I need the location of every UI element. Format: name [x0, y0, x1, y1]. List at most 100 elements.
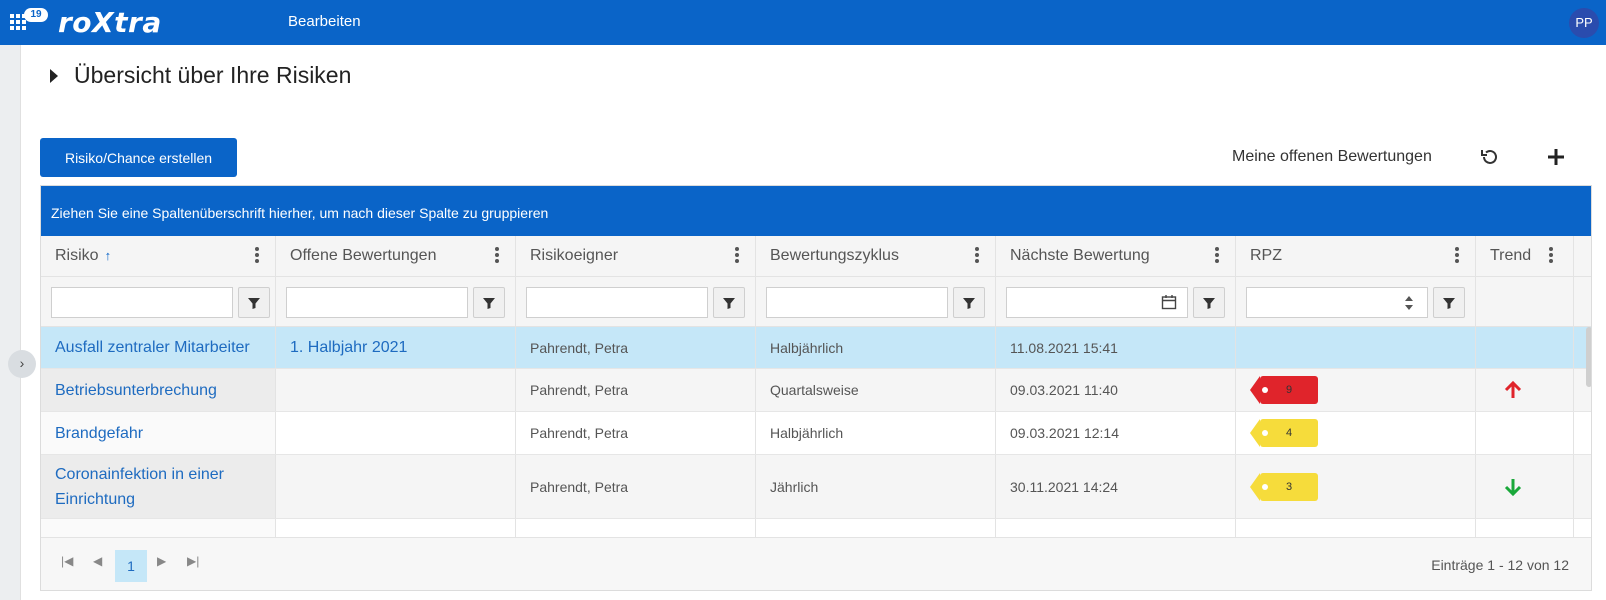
risk-link[interactable]: Brandgefahr — [55, 421, 143, 446]
filter-cell — [276, 277, 516, 326]
column-menu-icon[interactable] — [975, 247, 979, 263]
column-header-label: Trend — [1490, 247, 1532, 264]
column-header-label: RPZ — [1250, 247, 1282, 264]
column-menu-icon[interactable] — [1455, 247, 1459, 263]
filter-input-open-ratings[interactable] — [286, 287, 468, 318]
risk-grid: Ziehen Sie eine Spaltenüberschrift hierh… — [40, 185, 1592, 591]
page-title: Übersicht über Ihre Risiken — [74, 62, 352, 88]
filter-cell — [1476, 277, 1574, 326]
column-header-owner[interactable]: Risikoeigner — [516, 236, 756, 276]
filter-cell — [41, 277, 276, 326]
table-row[interactable]: Coronainfektion in einer Einrichtung Pah… — [41, 455, 1591, 519]
page-button-current[interactable]: 1 — [115, 550, 147, 582]
rpz-badge: 3 — [1250, 472, 1318, 501]
rpz-cell — [1236, 327, 1476, 368]
column-header-cycle[interactable]: Bewertungszyklus — [756, 236, 996, 276]
sort-ascending-icon[interactable]: ↑ — [105, 248, 112, 263]
refresh-icon[interactable] — [1478, 145, 1502, 169]
column-header-label: Risiko — [55, 247, 99, 264]
filter-cell — [756, 277, 996, 326]
section-header[interactable]: Übersicht über Ihre Risiken — [50, 62, 351, 89]
risk-link[interactable]: Betriebsunterbrechung — [55, 378, 217, 403]
open-rating-cell — [276, 369, 516, 411]
column-menu-icon[interactable] — [495, 247, 499, 263]
owner-cell: Pahrendt, Petra — [516, 327, 756, 368]
column-header-rpz[interactable]: RPZ — [1236, 236, 1476, 276]
filter-icon[interactable] — [1193, 287, 1225, 318]
filter-input-rpz[interactable] — [1246, 287, 1428, 318]
next-rating-cell: 09.03.2021 12:14 — [996, 412, 1236, 454]
filter-input-cycle[interactable] — [766, 287, 948, 318]
nav-edit-menu[interactable]: Bearbeiten — [288, 13, 361, 30]
next-page-icon[interactable]: ▶ — [157, 554, 166, 568]
next-rating-cell: 09.03.2021 11:40 — [996, 369, 1236, 411]
collapse-triangle-icon[interactable] — [50, 68, 58, 83]
column-menu-icon[interactable] — [255, 247, 259, 263]
top-bar: 19 roXtra Bearbeiten PP — [0, 0, 1606, 45]
open-rating-link[interactable]: 1. Halbjahr 2021 — [290, 335, 407, 360]
filter-icon[interactable] — [1433, 287, 1465, 318]
filter-cell — [1236, 277, 1476, 326]
open-rating-cell — [276, 455, 516, 518]
rpz-cell: 4 — [1236, 412, 1476, 454]
filter-icon[interactable] — [238, 287, 270, 318]
filter-icon[interactable] — [953, 287, 985, 318]
filter-input-owner[interactable] — [526, 287, 708, 318]
grid-header-row: Risiko ↑ Offene Bewertungen Risikoeigner … — [41, 236, 1591, 277]
cycle-cell: Halbjährlich — [756, 412, 996, 454]
rpz-badge: 4 — [1250, 419, 1318, 447]
open-rating-cell — [276, 412, 516, 454]
column-header-trend[interactable]: Trend — [1476, 236, 1574, 276]
rpz-cell: 3 — [1236, 455, 1476, 518]
next-rating-cell: 11.08.2021 15:41 — [996, 327, 1236, 368]
risk-link[interactable]: Ausfall zentraler Mitarbeiter — [55, 335, 250, 360]
owner-cell: Pahrendt, Petra — [516, 455, 756, 518]
grid-scrollbar[interactable] — [1586, 327, 1591, 387]
trend-cell — [1476, 412, 1574, 454]
column-menu-icon[interactable] — [1215, 247, 1219, 263]
filter-icon[interactable] — [713, 287, 745, 318]
cycle-cell: Quartalsweise — [756, 369, 996, 411]
trend-cell — [1476, 369, 1574, 411]
risk-link[interactable]: Coronainfektion in einer Einrichtung — [55, 462, 261, 512]
filter-icon[interactable] — [473, 287, 505, 318]
filter-cell — [996, 277, 1236, 326]
app-logo[interactable]: roXtra — [58, 6, 162, 39]
filter-cell — [516, 277, 756, 326]
trend-cell — [1476, 455, 1574, 518]
notification-badge: 19 — [24, 8, 48, 22]
expand-sidebar-icon[interactable]: › — [8, 350, 36, 378]
add-icon[interactable] — [1544, 145, 1568, 169]
column-header-label: Risikoeigner — [530, 247, 619, 264]
table-row[interactable]: Brandgefahr Pahrendt, Petra Halbjährlich… — [41, 412, 1591, 455]
column-header-next-rating[interactable]: Nächste Bewertung — [996, 236, 1236, 276]
calendar-icon[interactable] — [1161, 294, 1177, 310]
user-avatar[interactable]: PP — [1569, 8, 1599, 38]
owner-cell: Pahrendt, Petra — [516, 369, 756, 411]
owner-cell: Pahrendt, Petra — [516, 412, 756, 454]
create-risk-button[interactable]: Risiko/Chance erstellen — [40, 138, 237, 177]
pager: |◀ ◀ 1 ▶ ▶| Einträge 1 - 12 von 12 — [41, 537, 1591, 590]
table-row[interactable]: Betriebsunterbrechung Pahrendt, Petra Qu… — [41, 369, 1591, 412]
previous-page-icon[interactable]: ◀ — [93, 554, 102, 568]
table-row[interactable] — [41, 519, 1591, 537]
filter-input-risk[interactable] — [51, 287, 233, 318]
side-rail — [0, 45, 21, 600]
grid-body: Ausfall zentraler Mitarbeiter 1. Halbjah… — [41, 327, 1591, 537]
last-page-icon[interactable]: ▶| — [187, 554, 199, 568]
table-row[interactable]: Ausfall zentraler Mitarbeiter 1. Halbjah… — [41, 327, 1591, 369]
column-menu-icon[interactable] — [735, 247, 739, 263]
next-rating-cell: 30.11.2021 14:24 — [996, 455, 1236, 518]
first-page-icon[interactable]: |◀ — [61, 554, 73, 568]
column-menu-icon[interactable] — [1549, 247, 1553, 263]
trend-cell — [1476, 327, 1574, 368]
filter-row — [41, 277, 1591, 327]
rpz-badge: 9 — [1250, 376, 1318, 404]
column-header-label: Nächste Bewertung — [1010, 247, 1150, 264]
group-by-bar[interactable]: Ziehen Sie eine Spaltenüberschrift hierh… — [41, 186, 1591, 236]
column-header-open-ratings[interactable]: Offene Bewertungen — [276, 236, 516, 276]
number-spinner-icon[interactable] — [1403, 293, 1415, 313]
column-header-label: Offene Bewertungen — [290, 247, 437, 264]
open-ratings-link[interactable]: Meine offenen Bewertungen — [1232, 148, 1432, 166]
column-header-risk[interactable]: Risiko ↑ — [41, 236, 276, 276]
